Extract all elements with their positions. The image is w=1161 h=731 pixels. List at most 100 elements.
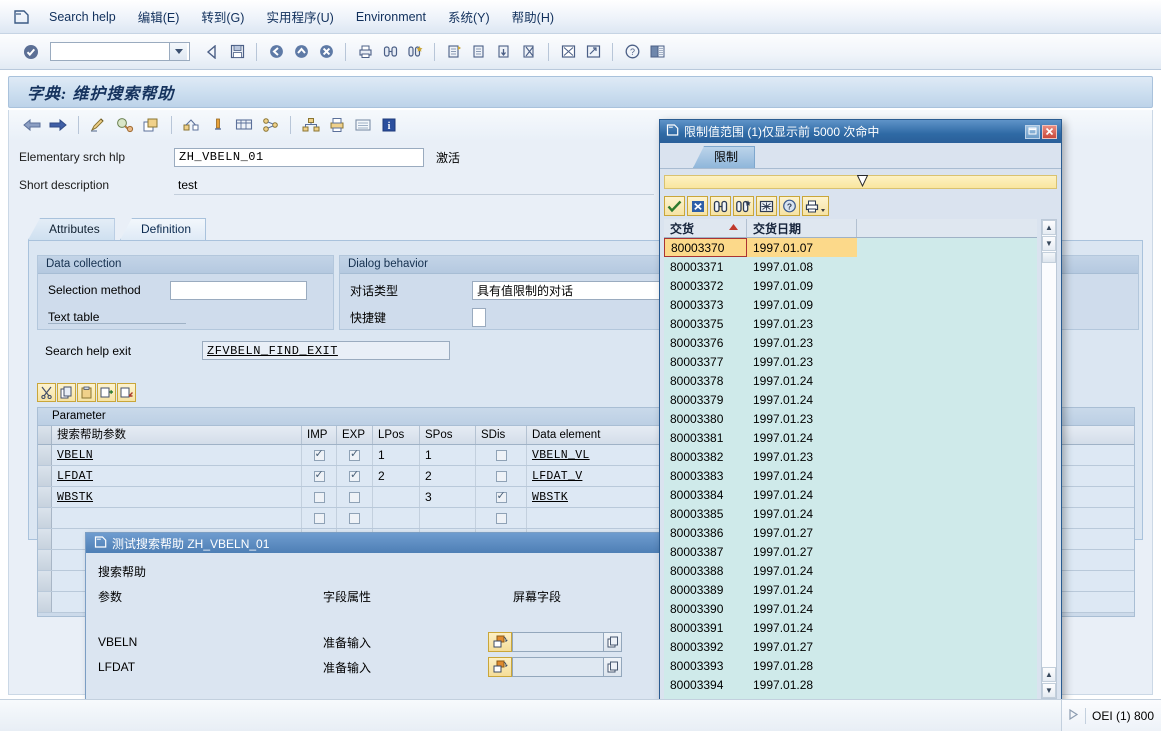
cell-delivery-date[interactable]: 1997.01.24 [747, 504, 857, 523]
exit-up-icon[interactable] [290, 41, 312, 63]
menu-help[interactable]: 帮助(H) [501, 5, 565, 28]
cell-delivery-date[interactable]: 1997.01.24 [747, 618, 857, 637]
elementary-search-help-input[interactable]: ZH_VBELN_01 [174, 147, 424, 167]
value-list-row[interactable]: 80003388 1997.01.24 [664, 561, 1037, 580]
menu-environment[interactable]: Environment [345, 8, 437, 26]
last-page-icon[interactable] [518, 41, 540, 63]
dialog-filter-bar[interactable] [664, 175, 1057, 189]
customize-layout-icon[interactable] [646, 41, 668, 63]
col-spos[interactable]: SPos [420, 426, 476, 444]
cell-exp[interactable] [337, 487, 373, 507]
cell-delivery[interactable]: 80003371 [664, 257, 747, 276]
value-list-row[interactable]: 80003390 1997.01.24 [664, 599, 1037, 618]
cell-delivery[interactable]: 80003390 [664, 599, 747, 618]
cancel-x-icon[interactable] [315, 41, 337, 63]
cell-delivery-date[interactable]: 1997.01.23 [747, 333, 857, 352]
value-list-row[interactable]: 80003393 1997.01.28 [664, 656, 1037, 675]
cell-delivery[interactable]: 80003380 [664, 409, 747, 428]
screen-field-input[interactable] [512, 657, 604, 677]
cell-spos[interactable] [420, 508, 476, 528]
check-icon[interactable] [664, 196, 685, 216]
cell-delivery[interactable]: 80003389 [664, 580, 747, 599]
paste-icon[interactable] [77, 383, 96, 402]
find-next-icon[interactable] [733, 196, 754, 216]
cell-sdis[interactable] [476, 466, 527, 486]
row-selector[interactable] [38, 445, 52, 465]
exp-checkbox[interactable] [349, 491, 360, 503]
check-object-icon[interactable] [114, 114, 136, 136]
value-list-row[interactable]: 80003387 1997.01.27 [664, 542, 1037, 561]
cell-delivery-date[interactable]: 1997.01.24 [747, 561, 857, 580]
command-dropdown-icon[interactable] [169, 43, 187, 60]
table-icon[interactable] [233, 114, 255, 136]
row-selector[interactable] [38, 487, 52, 507]
row-selector[interactable] [38, 529, 52, 549]
cell-delivery[interactable]: 80003370 [664, 238, 747, 257]
save-icon[interactable] [226, 41, 248, 63]
copy-icon[interactable] [604, 632, 622, 652]
cell-delivery[interactable]: 80003391 [664, 618, 747, 637]
multiple-selection-icon[interactable] [756, 196, 777, 216]
back-arrow-icon[interactable] [201, 41, 223, 63]
first-page-icon[interactable] [443, 41, 465, 63]
value-list-row[interactable]: 80003382 1997.01.23 [664, 447, 1037, 466]
value-list-row[interactable]: 80003378 1997.01.24 [664, 371, 1037, 390]
col-param[interactable]: 搜索帮助参数 [52, 426, 302, 444]
tab-attributes[interactable]: Attributes [28, 218, 115, 240]
value-list-row[interactable]: 80003370 1997.01.07 [664, 238, 1037, 257]
cell-delivery[interactable]: 80003393 [664, 656, 747, 675]
copy-icon[interactable] [57, 383, 76, 402]
list-icon[interactable] [352, 114, 374, 136]
cell-delivery-date[interactable]: 1997.01.09 [747, 276, 857, 295]
exp-checkbox[interactable] [349, 447, 360, 461]
help-icon[interactable]: ? [621, 41, 643, 63]
col-dataelement[interactable]: Data element [527, 426, 667, 444]
new-session-icon[interactable] [557, 41, 579, 63]
cell-lpos[interactable] [373, 508, 420, 528]
cell-lpos[interactable] [373, 487, 420, 507]
minimize-button[interactable] [1025, 124, 1040, 139]
cell-delivery-date[interactable]: 1997.01.24 [747, 371, 857, 390]
cell-exp[interactable] [337, 466, 373, 486]
cell-spos[interactable]: 1 [420, 445, 476, 465]
scrollbar-thumb[interactable] [1042, 252, 1056, 263]
short-description-input[interactable]: test [174, 175, 654, 195]
edit-pencil-icon[interactable] [88, 114, 110, 136]
back-green-icon[interactable] [265, 41, 287, 63]
cell-delivery-date[interactable]: 1997.01.23 [747, 447, 857, 466]
search-help-exit-input[interactable]: ZFVBELN_FIND_EXIT [202, 341, 450, 360]
test-window-title-bar[interactable]: 测试搜索帮助 ZH_VBELN_01 [86, 533, 662, 553]
cell-delivery-date[interactable]: 1997.01.09 [747, 295, 857, 314]
hierarchy-icon[interactable] [181, 114, 203, 136]
row-selector[interactable] [38, 466, 52, 486]
cell-delivery-date[interactable]: 1997.01.27 [747, 542, 857, 561]
cell-delivery-date[interactable]: 1997.01.24 [747, 428, 857, 447]
scroll-down-button[interactable]: ▼ [1042, 683, 1056, 698]
hotkey-input[interactable] [472, 307, 486, 327]
row-selector[interactable] [38, 550, 52, 570]
cell-delivery[interactable]: 80003377 [664, 352, 747, 371]
sdis-checkbox[interactable] [495, 512, 507, 524]
cell-exp[interactable] [337, 445, 373, 465]
cell-delivery[interactable]: 80003387 [664, 542, 747, 561]
col-lpos[interactable]: LPos [373, 426, 420, 444]
find-icon[interactable] [379, 41, 401, 63]
cell-delivery-date[interactable]: 1997.01.23 [747, 409, 857, 428]
cell-delivery[interactable]: 80003394 [664, 675, 747, 694]
cell-exp[interactable] [337, 508, 373, 528]
cell-spos[interactable]: 2 [420, 466, 476, 486]
cell-delivery-date[interactable]: 1997.01.24 [747, 599, 857, 618]
tab-definition[interactable]: Definition [120, 218, 207, 240]
cell-delivery-date[interactable]: 1997.01.28 [747, 656, 857, 675]
imp-checkbox[interactable] [313, 512, 325, 524]
cell-delivery[interactable]: 80003386 [664, 523, 747, 542]
value-list-row[interactable]: 80003373 1997.01.09 [664, 295, 1037, 314]
tree-icon[interactable] [300, 114, 322, 136]
sdis-checkbox[interactable] [495, 449, 507, 461]
cell-sdis[interactable] [476, 487, 527, 507]
menu-system[interactable]: 系统(Y) [437, 5, 501, 28]
value-help-icon[interactable] [488, 657, 512, 677]
cell-delivery-date[interactable]: 1997.01.27 [747, 637, 857, 656]
sap-logo-icon[interactable] [10, 7, 32, 27]
value-list-row[interactable]: 80003383 1997.01.24 [664, 466, 1037, 485]
